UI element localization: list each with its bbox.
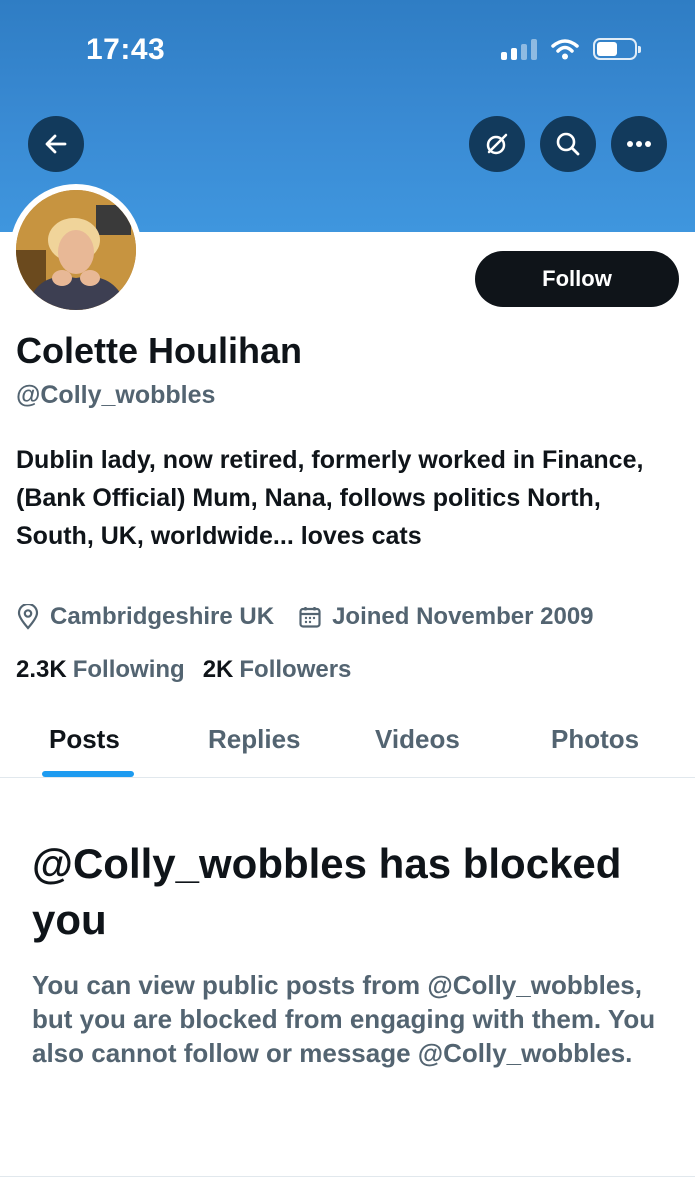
avatar-frame	[10, 184, 142, 316]
profile-name: Colette Houlihan	[16, 330, 302, 371]
location-icon	[17, 604, 39, 630]
blocked-description: You can view public posts from @Colly_wo…	[32, 970, 656, 1068]
followers-label: Followers	[239, 656, 352, 683]
followers-count: 2K	[202, 656, 234, 683]
location-text: Cambridgeshire UK	[50, 603, 275, 630]
wifi-icon	[551, 39, 579, 60]
grok-icon	[486, 133, 508, 155]
status-time: 17:43	[86, 33, 166, 66]
signal-icon	[501, 38, 537, 60]
location-item: Cambridgeshire UK	[16, 603, 274, 631]
back-button[interactable]	[28, 116, 84, 172]
follow-button[interactable]: Follow	[475, 251, 679, 307]
grok-button[interactable]	[469, 116, 525, 172]
tab-photos[interactable]: Photos	[551, 724, 639, 755]
profile-handle: @Colly_wobbles	[16, 381, 216, 409]
follow-counts: 2.3K Following 2K Followers	[16, 656, 369, 684]
active-tab-indicator	[42, 771, 134, 777]
profile-tabs: Posts Replies Videos Photos	[0, 706, 695, 778]
search-icon	[556, 132, 580, 156]
joined-item: Joined November 2009	[298, 603, 594, 631]
joined-text: Joined November 2009	[332, 603, 594, 630]
profile-bio: Dublin lady, now retired, formerly worke…	[16, 446, 644, 550]
status-icons	[501, 38, 641, 60]
avatar-photo	[16, 190, 136, 310]
tab-replies[interactable]: Replies	[208, 724, 301, 755]
following-count: 2.3K	[16, 656, 67, 683]
divider	[0, 1176, 695, 1177]
calendar-icon	[299, 607, 321, 628]
avatar[interactable]	[16, 190, 136, 310]
search-button[interactable]	[540, 116, 596, 172]
profile-meta: Cambridgeshire UK Joined November 2009	[16, 603, 618, 631]
blocked-title: @Colly_wobbles has blocked you	[32, 840, 622, 943]
back-arrow-icon	[45, 134, 67, 154]
more-options-button[interactable]	[611, 116, 667, 172]
battery-icon	[593, 38, 641, 60]
followers-link[interactable]: 2K Followers	[203, 656, 352, 684]
following-link[interactable]: 2.3K Following	[16, 656, 185, 684]
following-label: Following	[72, 656, 185, 683]
tab-videos[interactable]: Videos	[375, 724, 460, 755]
tab-posts[interactable]: Posts	[49, 724, 120, 755]
more-icon	[627, 141, 651, 147]
